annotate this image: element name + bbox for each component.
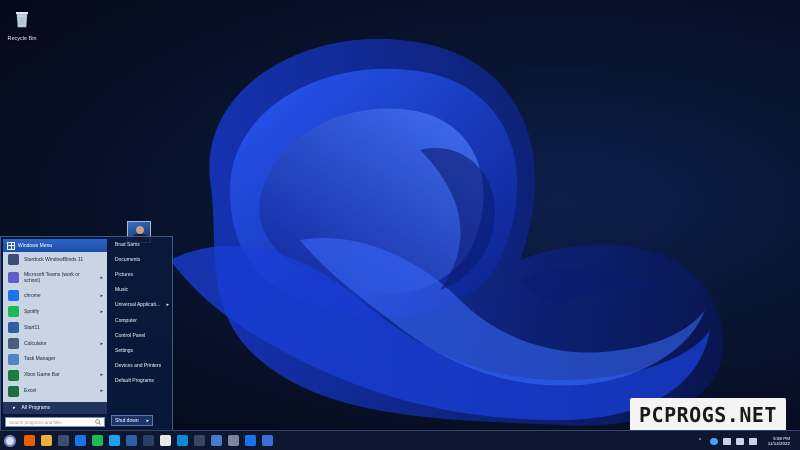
shutdown-button[interactable]: Shut down ▸ xyxy=(111,415,153,426)
start11-icon xyxy=(8,322,19,334)
start-menu-place-item[interactable]: Universal Applicati... ▸ xyxy=(111,298,173,313)
start-menu-program-item[interactable]: Xbox Game Bar ▸ xyxy=(3,367,107,383)
volume-icon[interactable] xyxy=(735,437,744,445)
start-menu-place-item[interactable]: Documents xyxy=(111,252,173,267)
place-label: Pictures xyxy=(115,271,134,278)
search-input[interactable]: Search programs and files xyxy=(5,417,105,427)
teams-icon xyxy=(8,272,19,284)
program-label: Task Manager xyxy=(24,356,56,363)
chevron-right-icon: ▸ xyxy=(13,405,16,411)
taskbar-clock[interactable]: 5:58 PM 11/14/2022 xyxy=(768,436,790,447)
notion-icon[interactable] xyxy=(160,435,171,446)
chevron-right-icon: ▸ xyxy=(100,340,103,347)
program-label: Calculator xyxy=(24,340,47,347)
desktop-icon-recycle-bin[interactable]: Recycle Bin xyxy=(4,10,40,42)
windowblinds-icon xyxy=(8,254,19,266)
start-menu-header[interactable]: Windows Menu xyxy=(3,239,107,252)
recycle-bin-icon xyxy=(16,12,28,28)
program-label: Xbox Game Bar xyxy=(24,372,60,379)
battery-icon[interactable] xyxy=(748,437,757,445)
search-placeholder: Search programs and files xyxy=(9,419,62,425)
program-label: Stardock WindowBlinds 11 xyxy=(24,256,84,263)
chevron-right-icon: ▸ xyxy=(166,302,169,309)
start-menu-place-item[interactable]: Brad Sams xyxy=(111,237,173,252)
file-explorer-icon[interactable] xyxy=(41,435,52,446)
excel-icon xyxy=(8,385,19,397)
desktop-icon-label: Recycle Bin xyxy=(7,36,37,42)
windows-logo-icon xyxy=(7,241,15,250)
all-programs-label: All Programs xyxy=(21,405,51,411)
start-menu-program-item[interactable]: Excel ▸ xyxy=(3,383,107,399)
program-label: Spotify xyxy=(24,308,40,315)
photos-icon[interactable] xyxy=(211,435,222,446)
start-menu-place-item[interactable]: Default Programs xyxy=(111,374,173,389)
network-icon[interactable] xyxy=(143,435,154,446)
chrome-icon[interactable] xyxy=(245,435,256,446)
program-label: Excel xyxy=(24,388,37,395)
1password-icon[interactable] xyxy=(75,435,86,446)
start-menu-place-item[interactable]: Music xyxy=(111,283,173,298)
start-menu-program-item[interactable]: Spotify ▸ xyxy=(3,304,107,320)
spotify-icon[interactable] xyxy=(92,435,103,446)
place-label: Music xyxy=(115,287,129,294)
chevron-right-icon: ▸ xyxy=(100,292,103,299)
place-label: Computer xyxy=(115,317,137,324)
place-label: Brad Sams xyxy=(115,241,140,248)
task-manager-icon xyxy=(8,353,19,365)
calculator-icon xyxy=(8,338,19,349)
system-tray: ^ 5:58 PM 11/14/2022 xyxy=(699,431,790,450)
start-menu-program-item[interactable]: Stardock WindowBlinds 11 xyxy=(3,252,107,268)
program-label: Start11 xyxy=(24,324,40,331)
chrome-icon xyxy=(8,290,19,302)
place-label: Documents xyxy=(115,256,141,263)
place-label: Universal Applicati... xyxy=(115,302,161,309)
start-menu: Windows Menu Stardock WindowBlinds 11 Mic… xyxy=(0,236,173,430)
xbox-icon xyxy=(8,369,19,381)
all-programs-button[interactable]: ▸ All Programs xyxy=(3,402,107,414)
windowblinds-icon[interactable] xyxy=(58,435,69,446)
start-menu-program-item[interactable]: Calculator ▸ xyxy=(3,336,107,352)
start-menu-program-item[interactable]: Task Manager xyxy=(3,351,107,367)
place-label: Settings xyxy=(115,347,134,354)
chevron-right-icon: ▸ xyxy=(100,372,103,379)
start-menu-program-item[interactable]: Microsoft Teams (work or school) ▸ xyxy=(3,268,107,288)
chevron-up-icon[interactable]: ^ xyxy=(699,438,705,445)
start-menu-place-item[interactable]: Control Panel xyxy=(111,328,173,343)
settings-icon[interactable] xyxy=(228,435,239,446)
start-menu-places-pane: Brad Sams Documents Pictures Music Universal… xyxy=(111,237,173,389)
program-label: chrome xyxy=(24,292,41,299)
terminal-icon[interactable] xyxy=(194,435,205,446)
chevron-right-icon: ▸ xyxy=(100,388,103,395)
spotify-icon xyxy=(8,306,19,318)
cloud-icon[interactable] xyxy=(709,437,718,445)
shutdown-label: Shut down xyxy=(115,417,139,424)
twitter-icon[interactable] xyxy=(109,435,120,446)
start-menu-header-title: Windows Menu xyxy=(18,242,53,249)
start-button[interactable] xyxy=(4,434,16,447)
start-menu-place-item[interactable]: Settings xyxy=(111,343,173,358)
start-menu-programs-pane: Windows Menu Stardock WindowBlinds 11 Mic… xyxy=(3,239,107,414)
start-menu-place-item[interactable]: Pictures xyxy=(111,267,173,282)
store-icon[interactable] xyxy=(262,435,273,446)
program-label: Microsoft Teams (work or school) xyxy=(24,271,80,284)
firefox-icon[interactable] xyxy=(24,435,35,446)
chevron-right-icon: ▸ xyxy=(100,308,103,315)
wifi-icon[interactable] xyxy=(722,437,731,445)
chevron-right-icon: ▸ xyxy=(100,274,103,281)
place-label: Devices and Printers xyxy=(115,363,162,370)
edge-icon[interactable] xyxy=(177,435,188,446)
watermark: PCPROGS.NET xyxy=(630,398,786,431)
clock-date: 11/14/2022 xyxy=(767,441,790,446)
shutdown-options-arrow-icon[interactable]: ▸ xyxy=(146,418,149,424)
start-menu-place-item[interactable]: Computer xyxy=(111,313,173,328)
place-label: Control Panel xyxy=(115,332,146,339)
start-menu-program-item[interactable]: chrome ▸ xyxy=(3,288,107,304)
search-icon xyxy=(95,419,101,425)
start-menu-place-item[interactable]: Devices and Printers xyxy=(111,359,173,374)
taskbar: ^ 5:58 PM 11/14/2022 xyxy=(0,430,800,450)
start11-icon[interactable] xyxy=(126,435,137,446)
start-menu-program-item[interactable]: Start11 xyxy=(3,320,107,336)
place-label: Default Programs xyxy=(115,378,154,385)
